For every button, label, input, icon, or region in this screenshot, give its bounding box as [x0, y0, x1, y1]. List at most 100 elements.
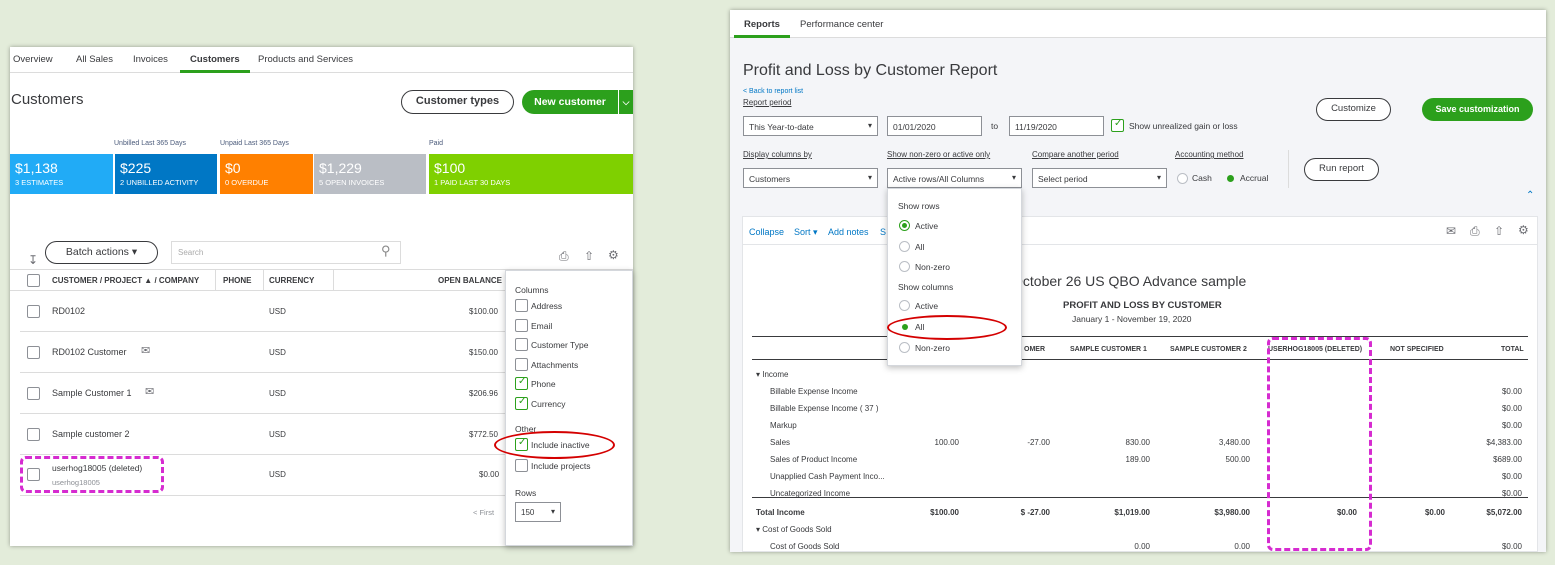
- save-customization-button[interactable]: Save customization: [1422, 98, 1533, 121]
- include-projects-label[interactable]: Include projects: [531, 461, 591, 471]
- report-line-label[interactable]: Cost of Goods Sold: [770, 542, 839, 551]
- tab-invoices[interactable]: Invoices: [133, 54, 168, 65]
- tab-overview[interactable]: Overview: [13, 54, 53, 65]
- open-invoices-tile[interactable]: $1,229 5 OPEN INVOICES: [314, 154, 426, 194]
- rows-active-label[interactable]: Active: [915, 221, 938, 231]
- search-input[interactable]: Search ⚲: [171, 241, 401, 264]
- tab-reports[interactable]: Reports: [734, 19, 790, 38]
- pager-first[interactable]: < First: [473, 508, 494, 517]
- report-line-value[interactable]: $100.00: [930, 508, 959, 517]
- tab-all-sales[interactable]: All Sales: [76, 54, 113, 65]
- address-checkbox[interactable]: [515, 299, 528, 312]
- tab-customers[interactable]: Customers: [180, 54, 250, 73]
- report-line-label[interactable]: ▾ Income: [756, 370, 788, 379]
- unbilled-activity-tile[interactable]: $225 2 UNBILLED ACTIVITY: [115, 154, 217, 194]
- overdue-tile[interactable]: $0 0 OVERDUE: [220, 154, 313, 194]
- report-line-value[interactable]: $ -27.00: [1021, 508, 1050, 517]
- tab-products-services[interactable]: Products and Services: [258, 54, 353, 65]
- report-line-value[interactable]: -27.00: [1027, 438, 1050, 447]
- customize-button[interactable]: Customize: [1316, 98, 1391, 121]
- row-checkbox[interactable]: [27, 428, 40, 441]
- collapse-link[interactable]: Collapse: [749, 227, 784, 237]
- customer-name[interactable]: Sample Customer 1: [52, 388, 132, 398]
- report-line-value[interactable]: $689.00: [1493, 455, 1522, 464]
- customer-type-checkbox[interactable]: [515, 338, 528, 351]
- sort-link[interactable]: Sort ▾: [794, 227, 818, 238]
- compare-select[interactable]: Select period ▾: [1032, 168, 1167, 188]
- address-label[interactable]: Address: [531, 301, 562, 311]
- accrual-radio[interactable]: [1227, 175, 1234, 182]
- col-currency[interactable]: CURRENCY: [269, 276, 314, 285]
- period-select[interactable]: This Year-to-date ▾: [743, 116, 878, 136]
- tab-performance-center[interactable]: Performance center: [800, 19, 883, 30]
- export-icon[interactable]: ⇧: [1494, 224, 1504, 238]
- attachments-label[interactable]: Attachments: [531, 360, 578, 370]
- print-icon[interactable]: ⎙: [1470, 224, 1480, 239]
- export-icon[interactable]: ⇧: [584, 249, 594, 263]
- attachments-checkbox[interactable]: [515, 358, 528, 371]
- cols-nonzero-label[interactable]: Non-zero: [915, 343, 950, 353]
- unrealized-label[interactable]: Show unrealized gain or loss: [1129, 121, 1238, 131]
- currency-label[interactable]: Currency: [531, 399, 565, 409]
- cols-active-label[interactable]: Active: [915, 301, 938, 311]
- include-projects-checkbox[interactable]: [515, 459, 528, 472]
- row-checkbox[interactable]: [27, 346, 40, 359]
- phone-checkbox[interactable]: [515, 376, 528, 390]
- row-checkbox[interactable]: [27, 387, 40, 400]
- report-line-label[interactable]: ▾ Cost of Goods Sold: [756, 525, 832, 534]
- report-line-value[interactable]: $0.00: [1502, 472, 1522, 481]
- email-checkbox[interactable]: [515, 319, 528, 332]
- report-line-value[interactable]: $1,019.00: [1114, 508, 1150, 517]
- report-line-value[interactable]: 830.00: [1126, 438, 1150, 447]
- add-notes-link[interactable]: Add notes: [828, 227, 869, 237]
- search-icon[interactable]: ⚲: [381, 243, 391, 259]
- currency-checkbox[interactable]: [515, 396, 528, 410]
- gear-icon[interactable]: ⚙: [608, 248, 619, 262]
- report-line-value[interactable]: $0.00: [1502, 404, 1522, 413]
- new-customer-button[interactable]: New customer: [522, 90, 618, 114]
- customer-name[interactable]: Sample customer 2: [52, 429, 130, 439]
- col-phone[interactable]: PHONE: [223, 276, 251, 285]
- rows-all-radio[interactable]: [899, 241, 910, 252]
- cols-nonzero-radio[interactable]: [899, 342, 910, 353]
- email-label[interactable]: Email: [531, 321, 552, 331]
- row-checkbox[interactable]: [27, 305, 40, 318]
- cols-active-radio[interactable]: [899, 300, 910, 311]
- paid-tile[interactable]: $100 1 PAID LAST 30 DAYS: [429, 154, 633, 194]
- accrual-label[interactable]: Accrual: [1240, 173, 1268, 183]
- report-line-value[interactable]: 500.00: [1226, 455, 1250, 464]
- report-line-value[interactable]: $0.00: [1502, 421, 1522, 430]
- report-line-value[interactable]: 100.00: [935, 438, 959, 447]
- toolbar-extra-link[interactable]: S: [880, 227, 886, 237]
- rows-all-label[interactable]: All: [915, 242, 924, 252]
- collapse-up-icon[interactable]: ⌃: [1526, 190, 1534, 201]
- rows-nonzero-radio[interactable]: [899, 261, 910, 272]
- report-line-value[interactable]: $4,383.00: [1486, 438, 1522, 447]
- col-customer[interactable]: CUSTOMER / PROJECT ▲ / COMPANY: [52, 276, 199, 285]
- email-icon[interactable]: ✉: [141, 344, 150, 357]
- col-open-balance[interactable]: OPEN BALANCE: [438, 276, 502, 285]
- phone-label[interactable]: Phone: [531, 379, 556, 389]
- chevron-down-icon[interactable]: ⌵: [619, 90, 633, 114]
- rows-select[interactable]: 150 ▾: [515, 502, 561, 522]
- report-line-label[interactable]: Total Income: [756, 508, 805, 517]
- report-line-value[interactable]: 189.00: [1126, 455, 1150, 464]
- report-line-label[interactable]: Billable Expense Income ( 37 ): [770, 404, 879, 413]
- display-columns-select[interactable]: Customers ▾: [743, 168, 878, 188]
- batch-actions-button[interactable]: Batch actions ▾: [45, 241, 158, 264]
- report-line-value[interactable]: $0.00: [1502, 542, 1522, 551]
- back-link[interactable]: < Back to report list: [743, 88, 803, 95]
- select-all-checkbox[interactable]: [27, 274, 40, 287]
- report-line-label[interactable]: Billable Expense Income: [770, 387, 858, 396]
- report-line-value[interactable]: $3,980.00: [1214, 508, 1250, 517]
- report-line-value[interactable]: 0.00: [1134, 542, 1150, 551]
- customer-name[interactable]: RD0102 Customer: [52, 347, 127, 357]
- customer-name[interactable]: RD0102: [52, 306, 85, 316]
- report-line-label[interactable]: Unapplied Cash Payment Inco...: [770, 472, 885, 481]
- report-line-value[interactable]: $0.00: [1502, 387, 1522, 396]
- rows-nonzero-label[interactable]: Non-zero: [915, 262, 950, 272]
- estimates-tile[interactable]: $1,138 3 ESTIMATES: [10, 154, 113, 194]
- rows-active-radio[interactable]: [899, 220, 910, 231]
- gear-icon[interactable]: ⚙: [1518, 223, 1529, 237]
- report-line-value[interactable]: $0.00: [1425, 508, 1445, 517]
